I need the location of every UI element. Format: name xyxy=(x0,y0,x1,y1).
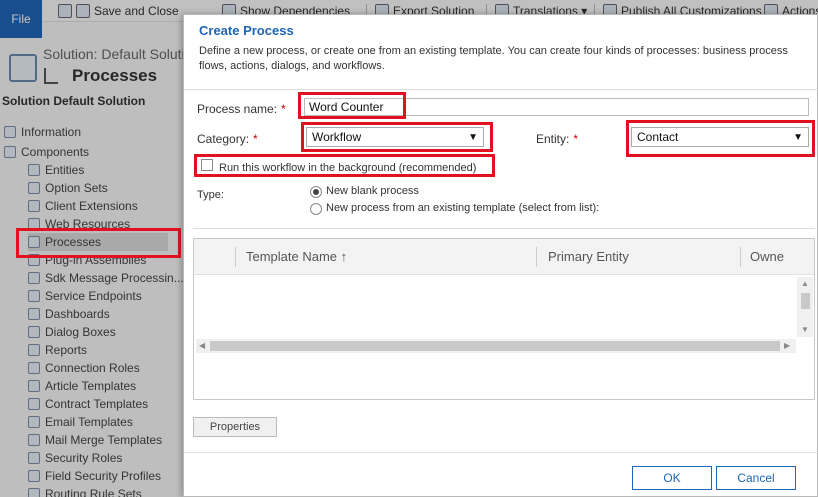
entity-label: Entity: * xyxy=(536,132,579,146)
required-mark: * xyxy=(253,132,258,146)
column-divider xyxy=(740,247,741,267)
horizontal-scroll-thumb[interactable] xyxy=(210,341,780,351)
radio-new-blank[interactable] xyxy=(310,186,322,198)
radio-from-template-label: New process from an existing template (s… xyxy=(326,202,600,214)
scroll-up-icon[interactable]: ▲ xyxy=(801,279,809,288)
column-owner[interactable]: Owne xyxy=(750,249,784,264)
scroll-right-icon[interactable]: ▶ xyxy=(784,341,790,350)
dialog-description: Define a new process, or create one from… xyxy=(199,45,788,72)
scroll-down-icon[interactable]: ▼ xyxy=(801,325,809,334)
template-grid: Template Name ↑ Primary Entity Owne ▲ ▼ … xyxy=(193,238,815,400)
radio-new-blank-label: New blank process xyxy=(326,185,419,197)
radio-from-template[interactable] xyxy=(310,203,322,215)
column-divider xyxy=(235,247,236,267)
grid-header: Template Name ↑ Primary Entity Owne xyxy=(194,239,814,275)
footer-divider xyxy=(184,452,818,453)
highlight-process-name xyxy=(298,92,406,119)
vertical-scroll-thumb[interactable] xyxy=(801,293,810,309)
highlight-processes xyxy=(16,228,181,258)
properties-button[interactable]: Properties xyxy=(193,417,277,437)
process-name-label: Process name: * xyxy=(197,102,286,116)
form-divider xyxy=(193,228,815,229)
ok-button[interactable]: OK xyxy=(632,466,712,490)
header-divider xyxy=(184,89,818,90)
column-primary-entity[interactable]: Primary Entity xyxy=(548,249,629,264)
highlight-background-checkbox xyxy=(194,154,495,177)
type-label: Type: xyxy=(197,189,224,201)
scroll-left-icon[interactable]: ◀ xyxy=(199,341,205,350)
required-mark: * xyxy=(281,102,286,116)
required-mark: * xyxy=(573,132,579,146)
cancel-button[interactable]: Cancel xyxy=(716,466,796,490)
highlight-category xyxy=(301,122,493,152)
dialog-title: Create Process xyxy=(199,23,294,38)
column-divider xyxy=(536,247,537,267)
vertical-scrollbar[interactable]: ▲ ▼ xyxy=(797,277,813,337)
horizontal-scrollbar[interactable]: ◀ ▶ xyxy=(196,339,796,353)
category-label: Category: * xyxy=(197,132,258,146)
column-template-name[interactable]: Template Name ↑ xyxy=(246,249,347,264)
highlight-entity xyxy=(626,120,815,157)
